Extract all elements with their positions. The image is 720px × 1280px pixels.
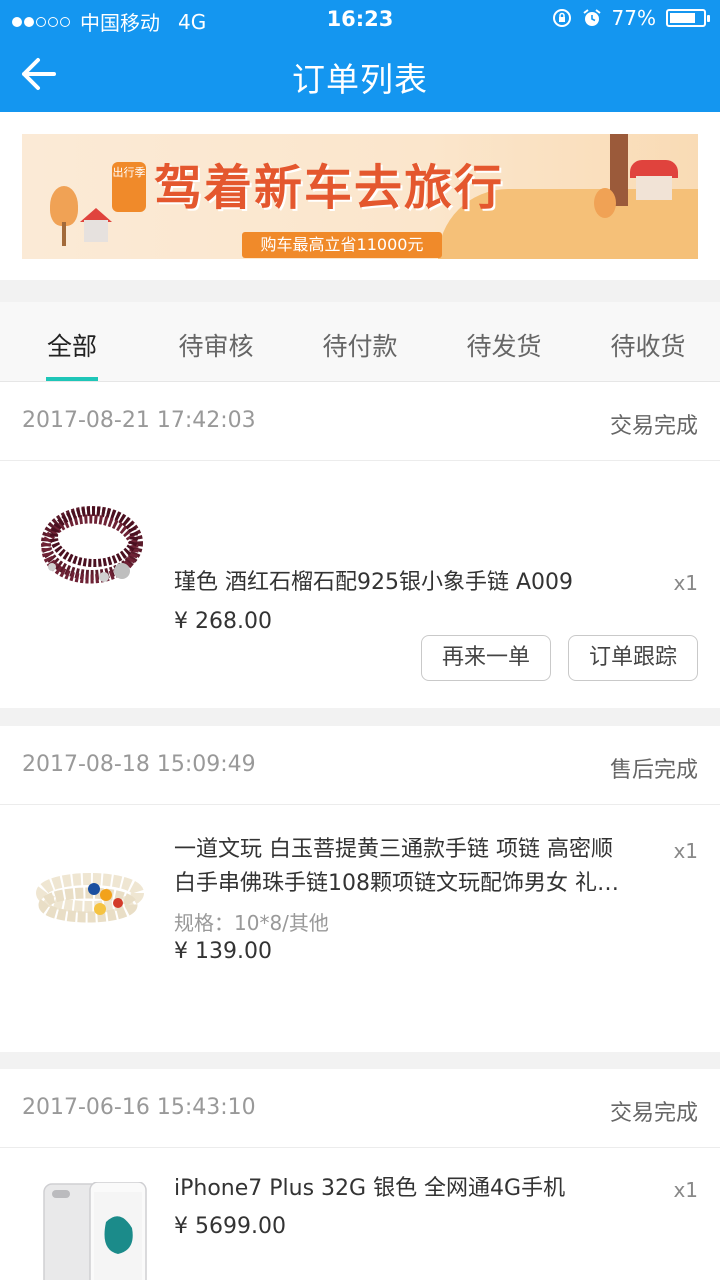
order-card: 2017-06-16 15:43:10 交易完成 iPhone7 Plus 32… <box>0 1069 720 1280</box>
order-header: 2017-08-21 17:42:03 交易完成 <box>0 382 720 461</box>
alarm-icon <box>582 9 601 26</box>
banner-tree-graphic-2 <box>594 188 616 218</box>
app-header: 中国移动 4G 16:23 77% 订单列表 <box>0 0 720 112</box>
battery-icon <box>666 9 710 27</box>
nav-bar: 订单列表 <box>0 38 720 112</box>
track-order-button[interactable]: 订单跟踪 <box>568 635 698 681</box>
tab-all[interactable]: 全部 <box>0 302 144 381</box>
banner-house-graphic <box>84 220 108 242</box>
banner-house-graphic-2 <box>636 176 672 200</box>
order-header: 2017-06-16 15:43:10 交易完成 <box>0 1069 720 1148</box>
product-price: ¥ 139.00 <box>174 939 272 964</box>
order-item[interactable]: iPhone7 Plus 32G 银色 全网通4G手机 x1 ¥ 5699.00 <box>0 1148 720 1280</box>
banner-section: 出行季 驾着新车去旅行 购车最高立省11000元 <box>0 112 720 280</box>
product-name: 一道文玩 白玉菩提黄三通款手链 项链 高密顺白手串佛珠手链108颗项链文玩配饰男… <box>174 837 619 896</box>
product-name: 瑾色 酒红石榴石配925银小象手链 A009 <box>174 570 574 595</box>
order-status: 交易完成 <box>609 1101 698 1126</box>
product-image-phone <box>43 1182 147 1280</box>
tab-pending-review[interactable]: 待审核 <box>144 302 288 381</box>
order-item[interactable]: 一道文玩 白玉菩提黄三通款手链 项链 高密顺白手串佛珠手链108颗项链文玩配饰男… <box>0 805 720 1051</box>
order-date: 2017-08-21 17:42:03 <box>22 408 256 433</box>
product-name: iPhone7 Plus 32G 银色 全网通4G手机 <box>174 1176 566 1201</box>
order-card: 2017-08-18 15:09:49 售后完成 一道文玩 白玉菩提黄三通款手链… <box>0 726 720 1052</box>
order-date: 2017-06-16 15:43:10 <box>22 1095 256 1120</box>
banner-badge: 出行季 <box>112 162 146 212</box>
order-status: 交易完成 <box>609 414 698 439</box>
product-price: ¥ 268.00 <box>174 609 272 634</box>
product-price: ¥ 5699.00 <box>174 1214 286 1239</box>
banner-tree-trunk <box>62 222 66 246</box>
product-quantity: x1 <box>673 839 698 863</box>
product-spec: 规格：10*8/其他 <box>174 911 329 935</box>
tab-pending-receipt[interactable]: 待收货 <box>576 302 720 381</box>
promo-banner[interactable]: 出行季 驾着新车去旅行 购车最高立省11000元 <box>22 134 698 259</box>
order-header: 2017-08-18 15:09:49 售后完成 <box>0 726 720 805</box>
order-status: 售后完成 <box>609 758 698 783</box>
order-status-tabs: 全部 待审核 待付款 待发货 待收货 <box>0 302 720 382</box>
tab-pending-payment[interactable]: 待付款 <box>288 302 432 381</box>
battery-percent: 77% <box>611 6 656 30</box>
status-bar: 中国移动 4G 16:23 77% <box>0 0 720 38</box>
product-quantity: x1 <box>673 571 698 595</box>
order-date: 2017-08-18 15:09:49 <box>22 752 256 777</box>
status-right: 77% <box>552 6 710 30</box>
product-quantity: x1 <box>673 1178 698 1202</box>
banner-subtitle: 购车最高立省11000元 <box>242 232 442 258</box>
product-image-bracelet <box>41 506 143 584</box>
page-title: 订单列表 <box>292 60 428 99</box>
banner-tree-graphic <box>50 186 78 226</box>
product-image-beads <box>36 873 144 923</box>
reorder-button[interactable]: 再来一单 <box>421 635 551 681</box>
banner-slogan: 驾着新车去旅行 <box>154 160 505 216</box>
tab-pending-shipment[interactable]: 待发货 <box>432 302 576 381</box>
rotation-lock-icon <box>552 9 571 27</box>
